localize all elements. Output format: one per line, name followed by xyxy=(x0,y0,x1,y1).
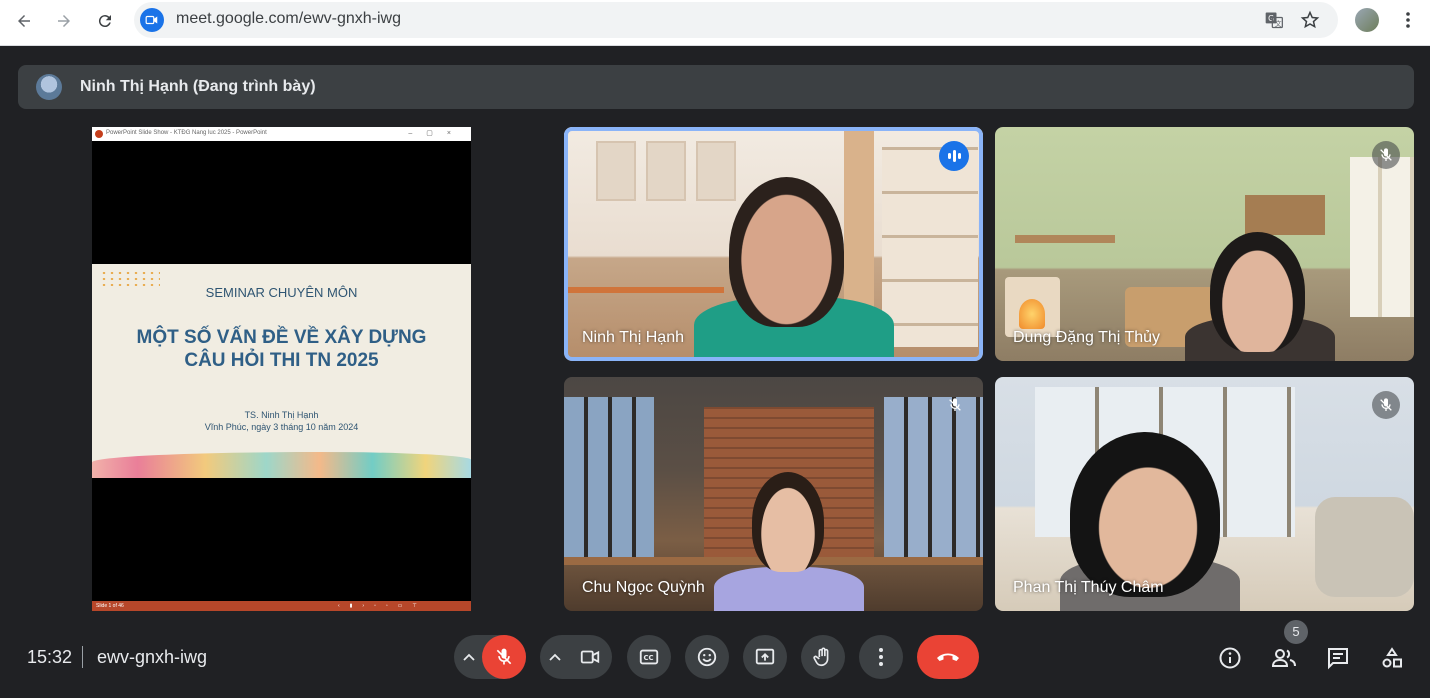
meeting-code: ewv-gnxh-iwg xyxy=(97,647,208,667)
chat-icon xyxy=(1328,648,1348,670)
presenter-label: Ninh Thị Hạnh (Đang trình bày) xyxy=(80,78,316,95)
forward-icon[interactable] xyxy=(51,8,77,34)
profile-avatar[interactable] xyxy=(1355,8,1379,32)
slideshow-titlebar: PowerPoint Slide Show - KTĐG Nang luc 20… xyxy=(92,127,471,141)
participant-name: Ninh Thị Hạnh xyxy=(582,329,684,346)
participant-tile[interactable]: Phan Thị Thúy Châm xyxy=(995,377,1414,611)
slide-title-line1: MỘT SỐ VẤN ĐỀ VỀ XÂY DỰNG xyxy=(136,327,427,348)
participant-name: Chu Ngọc Quỳnh xyxy=(582,579,705,596)
fireplace xyxy=(1005,277,1060,337)
active-speaker-border xyxy=(564,127,983,361)
leave-call-button[interactable] xyxy=(917,635,979,679)
participant-tile[interactable]: Dung Đặng Thị Thủy xyxy=(995,127,1414,361)
participant-name: Phan Thị Thúy Châm xyxy=(1013,579,1164,596)
activities-button[interactable] xyxy=(1378,644,1406,672)
translate-icon[interactable]: G文 xyxy=(1262,8,1286,32)
present-icon xyxy=(755,648,775,665)
speaking-indicator-icon xyxy=(939,141,969,171)
back-icon[interactable] xyxy=(11,8,37,34)
captions-button[interactable]: CC xyxy=(627,635,671,679)
reactions-button[interactable] xyxy=(685,635,729,679)
emoji-icon xyxy=(697,647,717,667)
muted-mic-icon xyxy=(1372,141,1400,169)
browser-menu-icon[interactable] xyxy=(1396,8,1420,32)
slideshow-controls-icon[interactable]: ‹▮›▫▫▭⊤ xyxy=(338,603,427,609)
presenter-avatar xyxy=(36,74,62,100)
participant-face xyxy=(1070,432,1220,597)
people-count-badge: 5 xyxy=(1284,620,1308,644)
slide-title: MỘT SỐ VẤN ĐỀ VỀ XÂY DỰNG CÂU HỎI THI TN… xyxy=(92,326,471,372)
svg-text:G: G xyxy=(1268,14,1274,23)
present-screen-button[interactable] xyxy=(743,635,787,679)
window-controls-icon: –▢× xyxy=(408,130,465,137)
meet-site-icon[interactable] xyxy=(140,8,164,32)
audio-options-chevron-icon[interactable] xyxy=(454,635,484,679)
window xyxy=(1350,157,1414,317)
powerpoint-logo-icon xyxy=(95,130,103,138)
window-left xyxy=(564,397,654,557)
chat-button[interactable] xyxy=(1324,644,1352,672)
svg-text:文: 文 xyxy=(1275,19,1282,28)
slide-subtitle: SEMINAR CHUYÊN MÔN xyxy=(205,285,358,300)
reload-icon[interactable] xyxy=(92,8,118,34)
presenter-bar: Ninh Thị Hạnh (Đang trình bày) xyxy=(18,65,1414,109)
wall-shelf-books xyxy=(1245,195,1325,235)
bookmark-star-icon[interactable] xyxy=(1298,8,1322,32)
participant-name: Dung Đặng Thị Thủy xyxy=(1013,329,1161,346)
muted-mic-icon xyxy=(1372,391,1400,419)
slide-author-block: TS. Ninh Thị Hạnh Vĩnh Phúc, ngày 3 thán… xyxy=(92,409,471,433)
participant-face xyxy=(1210,232,1305,352)
meeting-clock: 15:32 xyxy=(27,647,73,667)
presentation-screen[interactable]: PowerPoint Slide Show - KTĐG Nang luc 20… xyxy=(92,127,471,611)
sofa xyxy=(1315,497,1414,597)
video-options-chevron-icon[interactable] xyxy=(540,635,570,679)
more-options-button[interactable] xyxy=(859,635,903,679)
participant-tile[interactable]: Chu Ngọc Quỳnh xyxy=(564,377,983,611)
hand-icon xyxy=(813,647,829,667)
wall-shelf xyxy=(1015,235,1115,243)
slide-title-line2: CÂU HỎI THI TN 2025 xyxy=(184,350,379,371)
decorative-dots xyxy=(100,270,160,286)
slide-place-date: Vĩnh Phúc, ngày 3 tháng 10 năm 2024 xyxy=(204,422,359,432)
meeting-details-button[interactable] xyxy=(1216,644,1244,672)
address-bar[interactable]: meet.google.com/ewv-gnxh-iwg G文 xyxy=(134,2,1338,38)
camera-icon xyxy=(580,650,600,664)
slideshow-window-title: PowerPoint Slide Show - KTĐG Nang luc 20… xyxy=(106,130,267,136)
mic-toggle-button[interactable] xyxy=(482,635,526,679)
slide-counter: Slide 1 of 46 xyxy=(96,603,124,609)
audio-control-group xyxy=(454,635,526,679)
browser-toolbar: meet.google.com/ewv-gnxh-iwg G文 xyxy=(0,0,1430,46)
decorative-brush-strokes xyxy=(92,452,471,478)
svg-text:CC: CC xyxy=(644,654,654,662)
people-icon xyxy=(1271,649,1296,667)
slideshow-statusbar: Slide 1 of 46 ‹▮›▫▫▭⊤ xyxy=(92,601,471,611)
divider xyxy=(82,646,83,668)
slide-author: TS. Ninh Thị Hạnh xyxy=(244,410,319,420)
participant-body xyxy=(714,567,864,611)
participant-face xyxy=(752,472,824,572)
info-icon xyxy=(1219,647,1241,669)
activities-shapes-icon xyxy=(1382,647,1402,668)
video-control-group xyxy=(540,635,612,679)
people-button[interactable] xyxy=(1270,644,1298,672)
slide-content: SEMINAR CHUYÊN MÔN MỘT SỐ VẤN ĐỀ VỀ XÂY … xyxy=(92,264,471,478)
window-right xyxy=(884,397,983,557)
closed-captions-icon: CC xyxy=(639,649,659,665)
more-vert-icon xyxy=(879,648,883,666)
camera-toggle-button[interactable] xyxy=(568,635,612,679)
participant-tile[interactable]: Ninh Thị Hạnh xyxy=(564,127,983,361)
raise-hand-button[interactable] xyxy=(801,635,845,679)
muted-mic-icon xyxy=(945,395,965,415)
hang-up-icon xyxy=(937,653,959,661)
mic-off-icon xyxy=(496,648,512,665)
url-text[interactable]: meet.google.com/ewv-gnxh-iwg xyxy=(176,10,401,28)
